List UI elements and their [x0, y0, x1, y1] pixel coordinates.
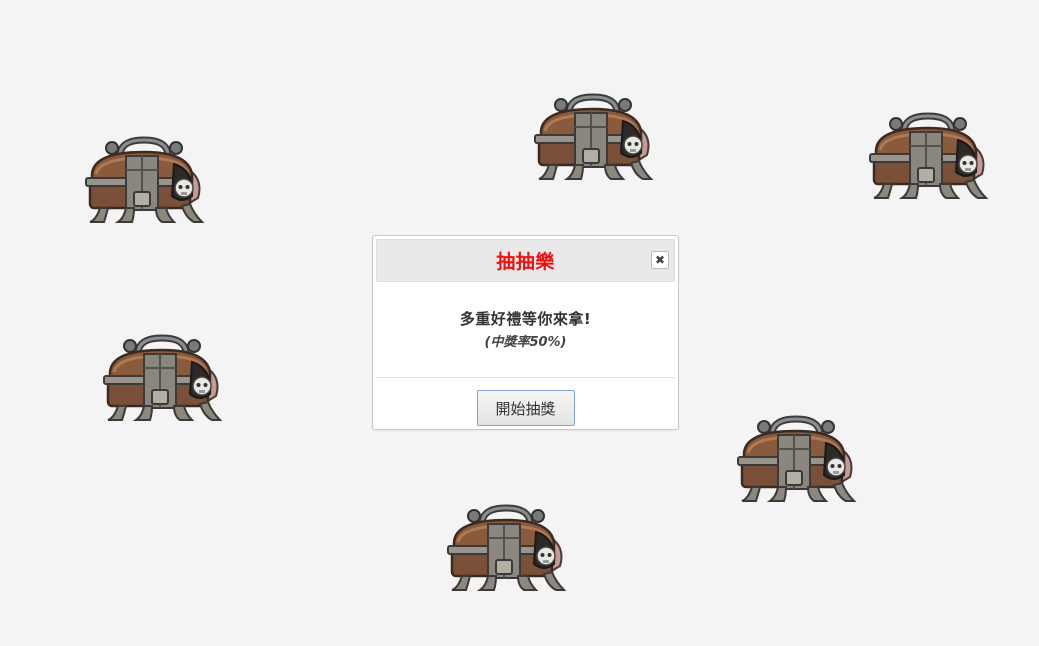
lottery-stage: 抽抽樂 ✖ 多重好禮等你來拿! (中獎率50%) 開始抽獎 — [0, 0, 1039, 646]
treasure-chest-icon[interactable] — [866, 110, 990, 202]
dialog-footer: 開始抽獎 — [376, 378, 675, 426]
treasure-chest-icon[interactable] — [82, 134, 206, 226]
close-icon: ✖ — [654, 253, 666, 267]
treasure-chest-icon[interactable] — [444, 502, 568, 594]
treasure-chest-icon[interactable] — [100, 332, 224, 424]
treasure-chest-icon[interactable] — [531, 91, 655, 183]
promo-text: 多重好禮等你來拿! — [459, 310, 592, 328]
dialog-header: 抽抽樂 ✖ — [376, 239, 675, 282]
dialog-title: 抽抽樂 — [496, 251, 555, 273]
treasure-chest-icon[interactable] — [734, 413, 858, 505]
start-draw-button[interactable]: 開始抽獎 — [476, 390, 575, 426]
dialog-body: 多重好禮等你來拿! (中獎率50%) — [376, 282, 675, 362]
close-button[interactable]: ✖ — [651, 251, 669, 269]
lottery-dialog: 抽抽樂 ✖ 多重好禮等你來拿! (中獎率50%) 開始抽獎 — [372, 235, 679, 430]
win-rate-text: (中獎率50%) — [484, 335, 567, 350]
